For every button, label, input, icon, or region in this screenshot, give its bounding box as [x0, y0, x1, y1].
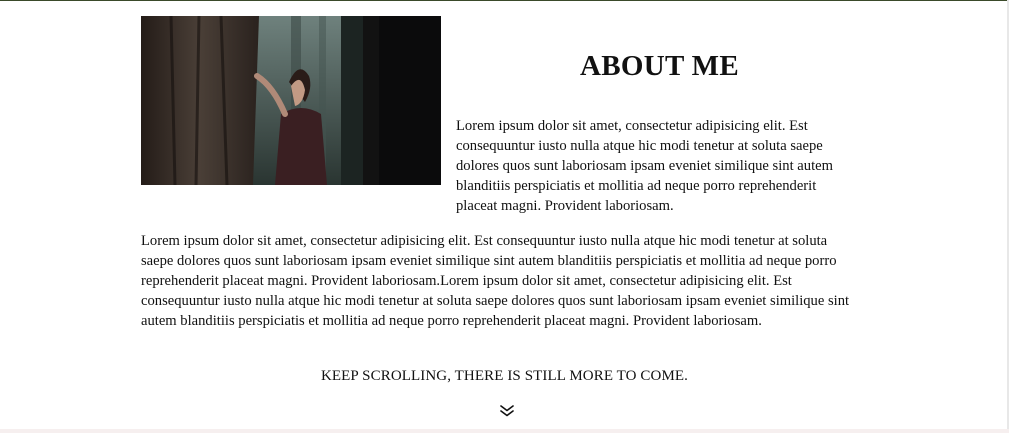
about-intro-paragraph: Lorem ipsum dolor sit amet, consectetur … [456, 118, 833, 214]
bottom-border [0, 429, 1009, 433]
about-heading: ABOUT ME [580, 50, 739, 82]
forest-portrait-photo [141, 16, 441, 185]
double-chevron-down-icon[interactable] [498, 404, 516, 418]
about-body-paragraph: Lorem ipsum dolor sit amet, consectetur … [141, 233, 850, 329]
top-divider [0, 0, 1009, 1]
scroll-hint-text: KEEP SCROLLING, THERE IS STILL MORE TO C… [320, 368, 689, 384]
